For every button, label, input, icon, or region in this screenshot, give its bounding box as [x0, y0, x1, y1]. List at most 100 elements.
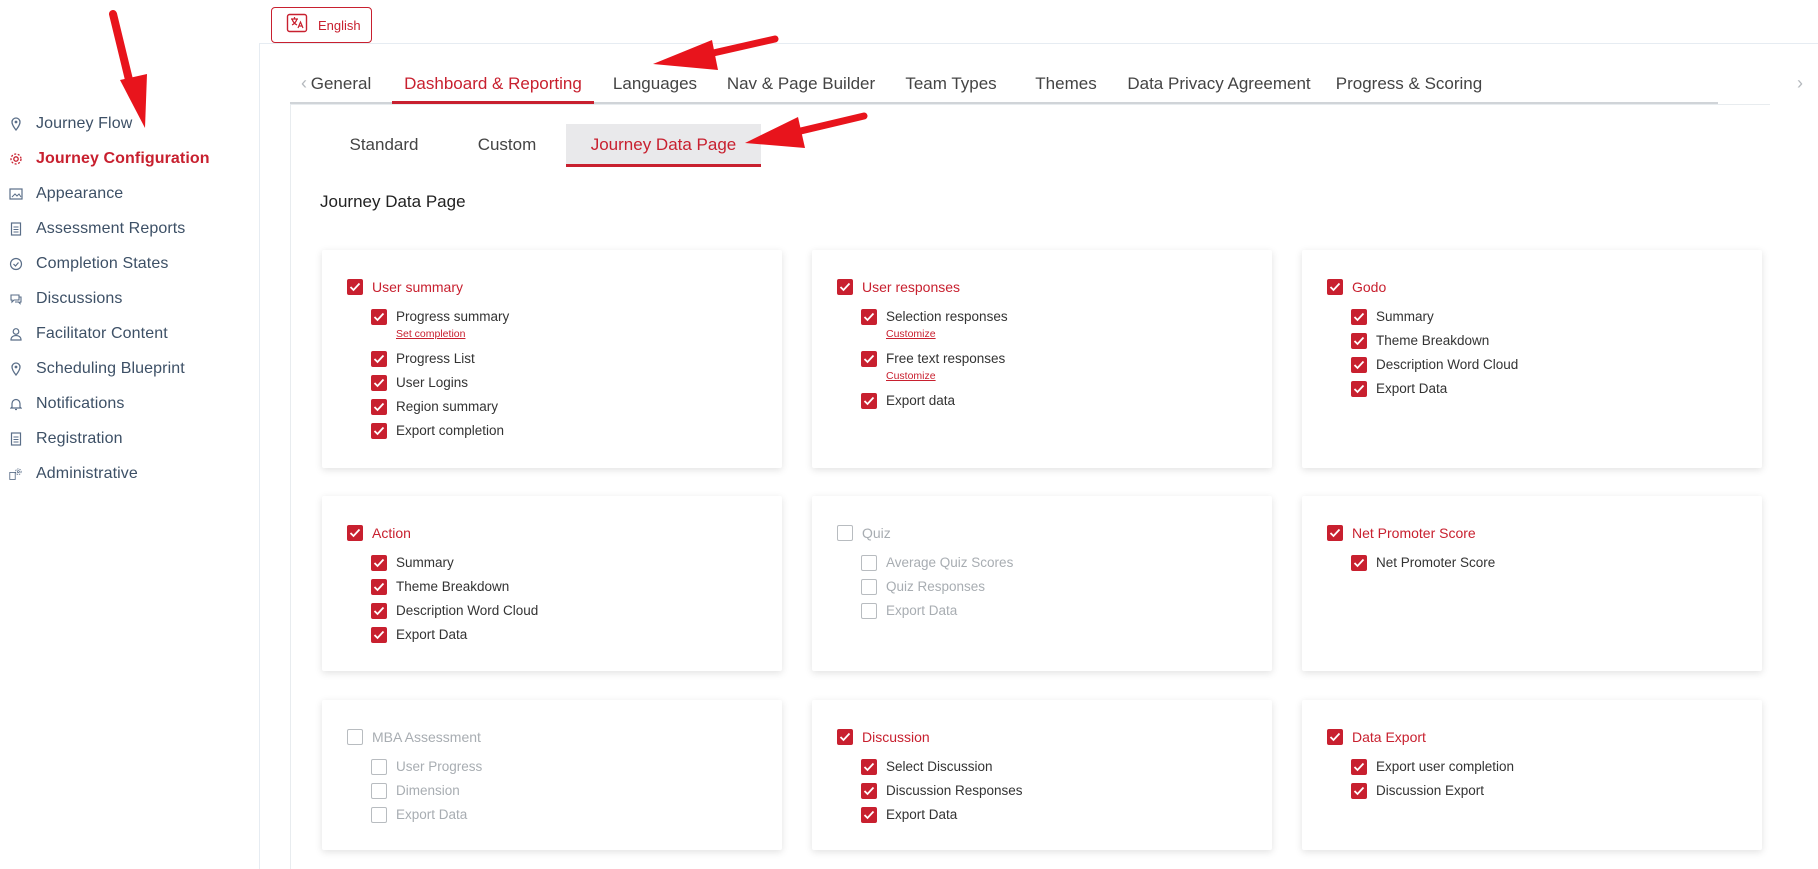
- option-checkbox[interactable]: Export Data: [1351, 381, 1447, 397]
- checkbox-checked-icon[interactable]: [371, 423, 387, 439]
- option-checkbox[interactable]: Export Data: [861, 807, 957, 823]
- checkbox-checked-icon[interactable]: [1351, 309, 1367, 325]
- option-checkbox[interactable]: User Progress: [371, 759, 482, 775]
- sidebar-item-appearance[interactable]: Appearance: [0, 176, 258, 211]
- option-checkbox[interactable]: Quiz Responses: [861, 579, 985, 595]
- option-checkbox[interactable]: Theme Breakdown: [371, 579, 509, 595]
- subtab-journey-data-page[interactable]: Journey Data Page: [566, 124, 761, 167]
- checkbox-unchecked-icon[interactable]: [837, 525, 853, 541]
- checkbox-checked-icon[interactable]: [1351, 783, 1367, 799]
- checkbox-unchecked-icon[interactable]: [861, 603, 877, 619]
- option-checkbox[interactable]: Discussion Export: [1351, 783, 1484, 799]
- option-checkbox[interactable]: Select Discussion: [861, 759, 993, 775]
- tab-progress-scoring[interactable]: Progress & Scoring: [1322, 65, 1496, 103]
- checkbox-checked-icon[interactable]: [861, 783, 877, 799]
- checkbox-checked-icon[interactable]: [371, 627, 387, 643]
- option-checkbox[interactable]: Net Promoter Score: [1351, 555, 1495, 571]
- tab-themes[interactable]: Themes: [1016, 65, 1116, 103]
- checkbox-unchecked-icon[interactable]: [371, 783, 387, 799]
- subtab-custom[interactable]: Custom: [448, 124, 566, 165]
- sidebar-item-assessment-reports[interactable]: Assessment Reports: [0, 211, 258, 246]
- checkbox-checked-icon[interactable]: [371, 309, 387, 325]
- group-checkbox-godo[interactable]: Godo: [1327, 279, 1386, 295]
- sidebar-item-facilitator-content[interactable]: Facilitator Content: [0, 316, 258, 351]
- group-checkbox-net-promoter-score[interactable]: Net Promoter Score: [1327, 525, 1476, 541]
- group-checkbox-discussion[interactable]: Discussion: [837, 729, 930, 745]
- sidebar-item-completion-states[interactable]: Completion States: [0, 246, 258, 281]
- option-checkbox[interactable]: Dimension: [371, 783, 460, 799]
- option-link[interactable]: Set completion: [396, 326, 509, 342]
- checkbox-checked-icon[interactable]: [1351, 381, 1367, 397]
- checkbox-checked-icon[interactable]: [371, 603, 387, 619]
- option-checkbox[interactable]: Export user completion: [1351, 759, 1514, 775]
- checkbox-unchecked-icon[interactable]: [861, 555, 877, 571]
- checkbox-unchecked-icon[interactable]: [347, 729, 363, 745]
- checkbox-checked-icon[interactable]: [1327, 279, 1343, 295]
- option-checkbox[interactable]: Summary: [1351, 309, 1434, 325]
- option-checkbox[interactable]: User Logins: [371, 375, 468, 391]
- option-checkbox[interactable]: Free text responses Customize: [861, 351, 1005, 384]
- option-checkbox[interactable]: Progress List: [371, 351, 475, 367]
- tabs-scroll-right-icon[interactable]: ›: [1797, 73, 1803, 94]
- group-checkbox-user-summary[interactable]: User summary: [347, 279, 463, 295]
- checkbox-checked-icon[interactable]: [371, 579, 387, 595]
- option-checkbox[interactable]: Summary: [371, 555, 454, 571]
- sidebar-item-administrative[interactable]: Administrative: [0, 456, 258, 491]
- checkbox-checked-icon[interactable]: [861, 351, 877, 367]
- group-checkbox-data-export[interactable]: Data Export: [1327, 729, 1426, 745]
- option-checkbox[interactable]: Average Quiz Scores: [861, 555, 1013, 571]
- option-checkbox[interactable]: Progress summary Set completion: [371, 309, 509, 342]
- option-checkbox[interactable]: Region summary: [371, 399, 498, 415]
- checkbox-checked-icon[interactable]: [1351, 333, 1367, 349]
- option-checkbox[interactable]: Theme Breakdown: [1351, 333, 1489, 349]
- option-checkbox[interactable]: Export Data: [371, 807, 467, 823]
- group-checkbox-quiz[interactable]: Quiz: [837, 525, 891, 541]
- checkbox-checked-icon[interactable]: [861, 807, 877, 823]
- tab-nav-page-builder[interactable]: Nav & Page Builder: [716, 65, 886, 103]
- sidebar-item-journey-flow[interactable]: Journey Flow: [0, 106, 258, 141]
- checkbox-checked-icon[interactable]: [837, 729, 853, 745]
- tab-dashboard-reporting[interactable]: Dashboard & Reporting: [392, 65, 594, 104]
- checkbox-checked-icon[interactable]: [371, 555, 387, 571]
- checkbox-checked-icon[interactable]: [347, 279, 363, 295]
- option-checkbox[interactable]: Export data: [861, 393, 955, 409]
- checkbox-checked-icon[interactable]: [861, 759, 877, 775]
- checkbox-checked-icon[interactable]: [371, 375, 387, 391]
- option-checkbox[interactable]: Description Word Cloud: [1351, 357, 1518, 373]
- group-checkbox-mba-assessment[interactable]: MBA Assessment: [347, 729, 481, 745]
- checkbox-checked-icon[interactable]: [1351, 555, 1367, 571]
- option-checkbox[interactable]: Selection responses Customize: [861, 309, 1008, 342]
- checkbox-checked-icon[interactable]: [1327, 525, 1343, 541]
- group-checkbox-action[interactable]: Action: [347, 525, 411, 541]
- sidebar-item-registration[interactable]: Registration: [0, 421, 258, 456]
- subtab-standard[interactable]: Standard: [320, 124, 448, 165]
- checkbox-checked-icon[interactable]: [1327, 729, 1343, 745]
- option-checkbox[interactable]: Description Word Cloud: [371, 603, 538, 619]
- tab-general[interactable]: General: [290, 65, 392, 103]
- tab-team-types[interactable]: Team Types: [886, 65, 1016, 103]
- checkbox-checked-icon[interactable]: [1351, 357, 1367, 373]
- sidebar-item-discussions[interactable]: Discussions: [0, 281, 258, 316]
- option-checkbox[interactable]: Export Data: [861, 603, 957, 619]
- tab-data-privacy-agreement[interactable]: Data Privacy Agreement: [1116, 65, 1322, 103]
- checkbox-checked-icon[interactable]: [861, 393, 877, 409]
- checkbox-unchecked-icon[interactable]: [371, 807, 387, 823]
- sidebar-item-notifications[interactable]: Notifications: [0, 386, 258, 421]
- checkbox-checked-icon[interactable]: [347, 525, 363, 541]
- language-button[interactable]: English: [271, 7, 372, 43]
- sidebar-item-journey-configuration[interactable]: Journey Configuration: [0, 141, 258, 176]
- checkbox-unchecked-icon[interactable]: [861, 579, 877, 595]
- sidebar-item-scheduling-blueprint[interactable]: Scheduling Blueprint: [0, 351, 258, 386]
- group-checkbox-user-responses[interactable]: User responses: [837, 279, 960, 295]
- option-link[interactable]: Customize: [886, 326, 1008, 342]
- checkbox-checked-icon[interactable]: [1351, 759, 1367, 775]
- option-checkbox[interactable]: Export completion: [371, 423, 504, 439]
- checkbox-checked-icon[interactable]: [371, 399, 387, 415]
- checkbox-checked-icon[interactable]: [861, 309, 877, 325]
- checkbox-checked-icon[interactable]: [837, 279, 853, 295]
- option-checkbox[interactable]: Discussion Responses: [861, 783, 1023, 799]
- checkbox-unchecked-icon[interactable]: [371, 759, 387, 775]
- checkbox-checked-icon[interactable]: [371, 351, 387, 367]
- option-checkbox[interactable]: Export Data: [371, 627, 467, 643]
- option-link[interactable]: Customize: [886, 368, 1005, 384]
